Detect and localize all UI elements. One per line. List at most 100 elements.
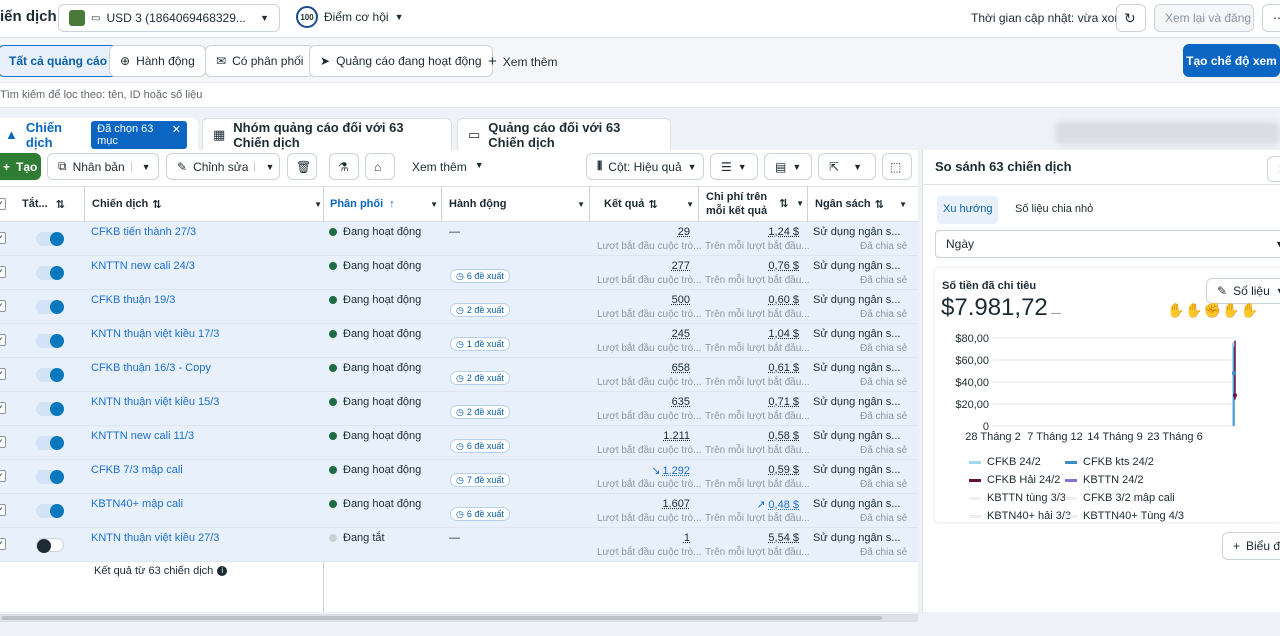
tag-button[interactable]: ⌂ <box>365 153 395 180</box>
filter-all-ads[interactable]: Tất cả quảng cáo <box>0 45 119 77</box>
row-checkbox[interactable]: ✓ <box>0 504 6 516</box>
chart-button[interactable]: + Biểu đ <box>1222 532 1280 560</box>
column-cost-per-result[interactable]: Chi phí trên mỗi kết quả ⇅ ▼ <box>706 186 804 222</box>
more-options-button[interactable]: ⋯ <box>1262 4 1280 32</box>
campaign-name-link[interactable]: KNTN thuận việt kiều 27/3 <box>91 532 219 544</box>
info-icon[interactable]: i <box>217 566 228 576</box>
close-panel-button[interactable]: ✕ <box>1267 156 1280 182</box>
legend-item[interactable]: CFKB 24/2 <box>969 456 1041 468</box>
breakdown-button[interactable]: ☰ ▼ <box>710 153 758 180</box>
delete-button[interactable]: 🗑 <box>287 153 317 180</box>
columns-button[interactable]: ⦀ Cột: Hiệu quả ▼ <box>586 153 704 180</box>
row-checkbox[interactable]: ✓ <box>0 300 6 312</box>
filter-more[interactable]: + Xem thêm <box>488 53 557 70</box>
cost-per-result[interactable]: 1,04 $ <box>768 328 799 340</box>
tab-trend[interactable]: Xu hướng <box>937 196 999 224</box>
review-publish-button[interactable]: Xem lại và đăng <box>1154 4 1254 32</box>
table-row[interactable]: ✓ KNTN thuận việt kiều 17/3 Đang hoạt động… <box>0 324 918 358</box>
search-input[interactable]: Tìm kiếm để lọc theo: tên, ID hoặc số li… <box>0 89 202 101</box>
recommendation-badge[interactable]: ◷ 6 đề xuất <box>450 269 510 283</box>
row-checkbox[interactable]: ✓ <box>0 436 6 448</box>
column-budget[interactable]: Ngân sách ⇅ ▼ <box>815 186 907 222</box>
campaign-name-link[interactable]: KNTN thuận việt kiều 17/3 <box>91 328 219 340</box>
result-value[interactable]: 500 <box>672 294 690 306</box>
column-campaign[interactable]: Chiến dịch ⇅ ▼ <box>92 186 322 222</box>
cost-per-result[interactable]: 1,24 $ <box>768 226 799 238</box>
result-value[interactable]: 1.211 <box>663 430 690 442</box>
row-checkbox[interactable]: ✓ <box>0 402 6 414</box>
cost-per-result[interactable]: 0,76 $ <box>768 260 799 272</box>
row-toggle[interactable] <box>36 300 64 314</box>
column-delivery[interactable]: Phân phối ↑ ▼ <box>330 186 438 222</box>
table-row[interactable]: ✓ CFKB 7/3 mập cali Đang hoạt động ◷7 đề xu… <box>0 460 918 494</box>
cost-per-result[interactable]: 0,59 $ <box>768 464 799 476</box>
close-icon[interactable]: ✕ <box>172 123 181 147</box>
cost-per-result[interactable]: 0,58 $ <box>768 430 799 442</box>
table-row[interactable]: ✓ KNTN thuận việt kiều 27/3 Đang tắt — 1 Lượt… <box>0 528 918 562</box>
table-row[interactable]: ✓ KNTTN new cali 11/3 Đang hoạt động ◷6 đề … <box>0 426 918 460</box>
tab-breakdown[interactable]: Số liệu chia nhỏ <box>1015 203 1093 215</box>
table-row[interactable]: ✓ KNTN thuận việt kiều 15/3 Đang hoạt động… <box>0 392 918 426</box>
opportunity-score-button[interactable]: 100 Điểm cơ hội ▼ <box>296 6 403 28</box>
export-button[interactable]: ⇱ ▼ <box>818 153 876 180</box>
legend-item[interactable]: KBTN40+ hải 3/3 <box>969 510 1071 522</box>
recommendation-badge[interactable]: ◷ 2 đề xuất <box>450 371 510 385</box>
recommendation-badge[interactable]: ◷ 2 đề xuất <box>450 303 510 317</box>
tab-campaigns[interactable]: ▲ Chiến dịch Đã chọn 63 mục ✕ <box>0 118 198 150</box>
toolbar-more[interactable]: Xem thêm ▼ <box>412 160 484 174</box>
row-toggle[interactable] <box>36 538 64 553</box>
test-button[interactable]: ⚗ <box>329 153 359 180</box>
cost-per-result[interactable]: 0,61 $ <box>768 362 799 374</box>
row-toggle[interactable] <box>36 436 64 450</box>
duplicate-button[interactable]: ⧉ Nhân bản ▼ <box>47 153 159 180</box>
tab-ads[interactable]: ▭ Quảng cáo đối với 63 Chiến dịch <box>457 118 671 150</box>
legend-item[interactable]: KBTTN tùng 3/3 <box>969 492 1066 504</box>
recommendation-badge[interactable]: ◷ 6 đề xuất <box>450 507 510 521</box>
campaign-name-link[interactable]: CFKB thuận 16/3 - Copy <box>91 362 211 374</box>
campaign-name-link[interactable]: KNTN thuận việt kiều 15/3 <box>91 396 219 408</box>
recommendation-badge[interactable]: ◷ 1 đề xuất <box>450 337 510 351</box>
row-checkbox[interactable]: ✓ <box>0 368 6 380</box>
cost-per-result[interactable]: 0,71 $ <box>768 396 799 408</box>
result-value[interactable]: 245 <box>672 328 690 340</box>
result-value[interactable]: 658 <box>672 362 690 374</box>
column-results[interactable]: Kết quả ⇅ ▼ <box>604 186 694 222</box>
filter-active-ads[interactable]: ➤ Quảng cáo đang hoạt động <box>309 45 493 77</box>
campaign-name-link[interactable]: CFKB 7/3 mập cali <box>91 464 183 476</box>
refresh-button[interactable]: ↻ <box>1116 4 1146 32</box>
account-selector[interactable]: ▭ USD 3 (1864069468329... ▼ <box>58 4 280 32</box>
legend-item[interactable]: KBTTN40+ Tùng 4/3 <box>1065 510 1184 522</box>
cost-per-result[interactable]: ↗ 0,48 $ <box>756 498 799 511</box>
tab-adsets[interactable]: ▦ Nhóm quảng cáo đối với 63 Chiến dịch <box>202 118 452 150</box>
metric-selector-button[interactable]: ✎ Số liệu ▼ <box>1206 278 1280 304</box>
filter-delivered[interactable]: ✉ Có phân phối <box>205 45 315 77</box>
campaign-name-link[interactable]: CFKB tiến thành 27/3 <box>91 226 196 238</box>
row-checkbox[interactable]: ✓ <box>0 232 6 244</box>
scrollbar-thumb[interactable] <box>2 616 882 620</box>
column-onoff[interactable]: Tắt... ⇅ <box>22 186 82 222</box>
select-all-checkbox[interactable]: ✓ <box>0 198 6 210</box>
row-toggle[interactable] <box>36 266 64 280</box>
legend-item[interactable]: CFKB kts 24/2 <box>1065 456 1154 468</box>
result-value[interactable]: 1.607 <box>662 498 690 510</box>
row-checkbox[interactable]: ✓ <box>0 470 6 482</box>
row-checkbox[interactable]: ✓ <box>0 538 6 550</box>
table-row[interactable]: ✓ CFKB tiến thành 27/3 Đang hoạt động — 29 Lư… <box>0 222 918 256</box>
row-toggle[interactable] <box>36 232 64 246</box>
row-toggle[interactable] <box>36 470 64 484</box>
result-value[interactable]: 635 <box>672 396 690 408</box>
recommendation-badge[interactable]: ◷ 2 đề xuất <box>450 405 510 419</box>
row-checkbox[interactable]: ✓ <box>0 334 6 346</box>
create-button[interactable]: + Tạo <box>0 153 41 180</box>
reports-button[interactable]: ▤ ▼ <box>764 153 812 180</box>
table-row[interactable]: ✓ KBTN40+ mập cali Đang hoạt động ◷6 đề xuấ… <box>0 494 918 528</box>
table-row[interactable]: ✓ CFKB thuận 16/3 - Copy Đang hoạt động ◷2 … <box>0 358 918 392</box>
edit-button[interactable]: ✎ Chỉnh sửa ▼ <box>166 153 280 180</box>
chevron-down-icon[interactable]: ▼ <box>254 161 274 172</box>
row-toggle[interactable] <box>36 368 64 382</box>
selected-badge[interactable]: Đã chọn 63 mục ✕ <box>91 120 187 149</box>
result-value[interactable]: ↘ 1.292 <box>651 464 690 477</box>
cost-per-result[interactable]: 5,54 $ <box>768 532 799 544</box>
chevron-down-icon[interactable]: ▼ <box>130 161 151 172</box>
row-toggle[interactable] <box>36 504 64 518</box>
